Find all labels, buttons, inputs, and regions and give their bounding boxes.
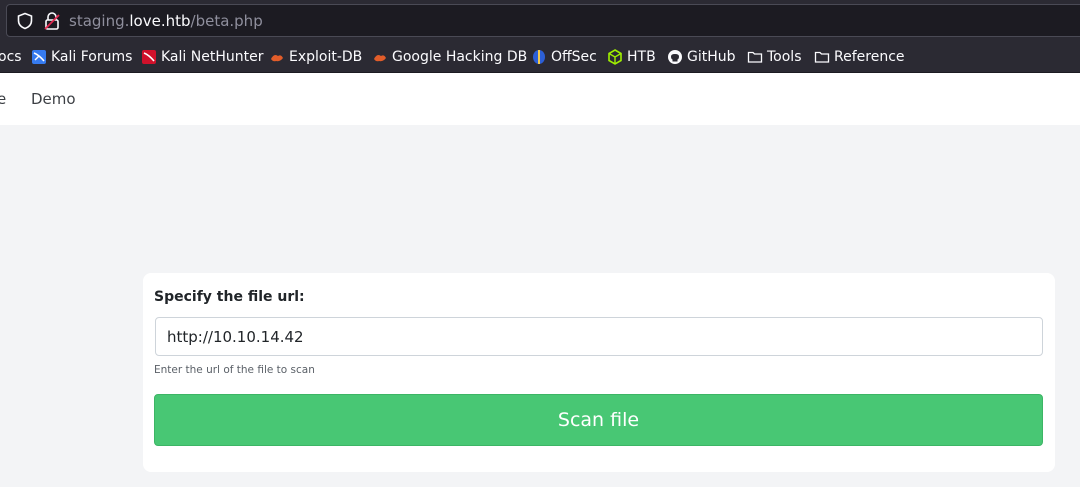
kali-forums-icon	[32, 49, 46, 64]
exploit-db-icon	[271, 54, 283, 61]
url-domain: love.htb	[129, 12, 191, 30]
offsec-icon	[533, 49, 545, 64]
kali-nethunter-icon	[142, 49, 156, 64]
bookmark-exploit-db[interactable]: Exploit-DB	[269, 40, 362, 73]
bookmark-google-hacking-db[interactable]: Google Hacking DB	[372, 40, 527, 73]
browser-toolbar: staging.love.htb/beta.php	[0, 0, 1080, 40]
url-path: /beta.php	[190, 12, 263, 30]
shield-icon[interactable]	[16, 12, 34, 30]
bookmark-kali-forums[interactable]: Kali Forums	[31, 40, 132, 73]
address-bar[interactable]: staging.love.htb/beta.php	[6, 4, 1080, 37]
bookmark-label: OffSec	[551, 48, 597, 65]
google-hacking-db-icon	[374, 54, 386, 61]
url-text[interactable]: staging.love.htb/beta.php	[69, 11, 263, 31]
bookmarks-toolbar: ocs Kali Forums Kali NetHunter Exploit-D…	[0, 40, 1080, 73]
bookmark-label: Exploit-DB	[289, 48, 363, 65]
htb-icon	[608, 48, 622, 65]
folder-icon	[814, 51, 830, 63]
bookmark-docs[interactable]: ocs	[0, 40, 22, 73]
github-icon	[668, 49, 682, 64]
file-url-input[interactable]	[155, 317, 1043, 356]
nav-item-partial[interactable]: e	[0, 90, 6, 108]
insecure-lock-icon[interactable]	[43, 11, 61, 31]
bookmark-label: GitHub	[687, 48, 736, 65]
bookmark-label: Reference	[834, 48, 905, 65]
file-url-help-text: Enter the url of the file to scan	[154, 364, 315, 376]
bookmark-label: Kali NetHunter	[161, 48, 264, 65]
bookmark-folder-tools[interactable]: Tools	[747, 40, 802, 73]
bookmark-offsec[interactable]: OffSec	[531, 40, 597, 73]
site-navbar: e Demo	[0, 73, 1080, 125]
bookmark-htb[interactable]: HTB	[607, 40, 656, 73]
bookmark-kali-nethunter[interactable]: Kali NetHunter	[141, 40, 263, 73]
file-url-label: Specify the file url:	[154, 289, 305, 305]
url-subdomain: staging.	[69, 12, 130, 30]
scan-file-button[interactable]: Scan file	[154, 394, 1043, 446]
bookmark-label: Kali Forums	[51, 48, 133, 65]
folder-icon	[747, 51, 763, 63]
bookmark-label: HTB	[627, 48, 656, 65]
bookmark-label: Google Hacking DB	[392, 48, 528, 65]
scan-form-card: Specify the file url: Enter the url of t…	[143, 273, 1055, 472]
bookmark-github[interactable]: GitHub	[667, 40, 736, 73]
bookmark-label: Tools	[767, 48, 802, 65]
bookmark-folder-reference[interactable]: Reference	[814, 40, 905, 73]
bookmark-label: ocs	[0, 48, 22, 65]
nav-item-demo[interactable]: Demo	[31, 90, 76, 108]
